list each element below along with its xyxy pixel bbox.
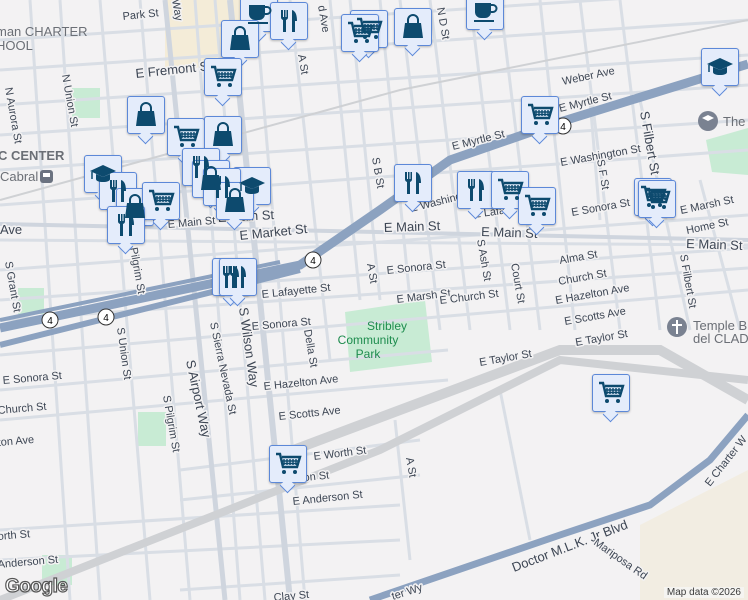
school-marker[interactable]	[701, 48, 739, 86]
svg-text:Cabral: Cabral	[0, 169, 38, 184]
svg-text:Park: Park	[356, 347, 382, 361]
grocery-marker[interactable]	[269, 445, 307, 483]
svg-text:S B St: S B St	[369, 156, 386, 189]
coffee-cup-icon	[471, 0, 499, 25]
church-poi-icon[interactable]	[667, 317, 687, 337]
svg-text:HOOL: HOOL	[0, 38, 33, 53]
fork-knife-icon	[275, 7, 303, 35]
svg-text:E Sonora St: E Sonora St	[386, 259, 446, 277]
map-canvas[interactable]: 4 4 4 4 Park St man CHARTER HOOL E Fremo…	[0, 0, 748, 600]
fork-knife-icon	[462, 176, 490, 204]
svg-text:E Anderson St: E Anderson St	[292, 489, 363, 508]
shopping-cart-icon	[643, 185, 671, 213]
shopping-bag-icon	[132, 101, 160, 129]
svg-text:E Main St: E Main St	[686, 236, 743, 253]
shop-marker[interactable]	[216, 182, 254, 220]
shopping-cart-icon	[209, 63, 237, 91]
shopping-bag-icon	[221, 187, 249, 215]
shopping-cart-icon	[274, 450, 302, 478]
google-logo[interactable]: Google	[4, 575, 68, 598]
svg-text:4: 4	[310, 256, 316, 267]
svg-text:4: 4	[47, 316, 53, 327]
svg-text:S Union St: S Union St	[114, 327, 133, 381]
fork-knife-icon	[224, 263, 252, 291]
shopping-cart-icon	[172, 123, 200, 151]
svg-text:4: 4	[560, 122, 566, 133]
shopping-cart-icon	[523, 192, 551, 220]
svg-text:N D St: N D St	[434, 6, 451, 40]
restaurant-marker[interactable]	[270, 2, 308, 40]
svg-text:Stribley: Stribley	[367, 319, 407, 333]
svg-text:Community: Community	[338, 333, 399, 347]
svg-text:E Marsh St: E Marsh St	[679, 194, 735, 217]
svg-text:S Ash St: S Ash St	[474, 238, 493, 282]
svg-text:man CHARTER: man CHARTER	[0, 24, 88, 39]
grocery-marker[interactable]	[521, 96, 559, 134]
shopping-bag-icon	[399, 13, 427, 41]
svg-text:Pilgrim St: Pilgrim St	[127, 246, 147, 294]
svg-text:d Ave: d Ave	[315, 4, 332, 33]
fork-knife-icon	[112, 211, 140, 239]
svg-text:ton Ave: ton Ave	[0, 434, 35, 449]
svg-text:Clay St: Clay St	[273, 589, 309, 600]
svg-text:del CLAD: del CLAD	[693, 331, 748, 346]
grocery-marker[interactable]	[341, 14, 379, 52]
restaurant-marker[interactable]	[219, 258, 257, 296]
svg-text:The: The	[723, 114, 745, 129]
coffee-cup-icon	[245, 0, 273, 27]
school-poi-icon[interactable]	[698, 111, 718, 131]
shopping-cart-icon	[526, 101, 554, 129]
map-attribution[interactable]: Map data ©2026	[663, 587, 744, 598]
svg-text:4: 4	[103, 313, 109, 324]
restaurant-marker[interactable]	[107, 206, 145, 244]
svg-text:Park St: Park St	[122, 7, 159, 23]
shopping-bag-icon	[209, 121, 237, 149]
svg-text:C CENTER: C CENTER	[0, 148, 65, 163]
shop-marker[interactable]	[394, 8, 432, 46]
shop-marker[interactable]	[221, 20, 259, 58]
svg-text:Alma St: Alma St	[558, 248, 598, 267]
svg-text:orth St: orth St	[0, 528, 31, 543]
shop-marker[interactable]	[204, 116, 242, 154]
shopping-cart-icon	[496, 176, 524, 204]
map-base: 4 4 4 4 Park St man CHARTER HOOL E Fremo…	[0, 0, 748, 600]
svg-text:S Wilson Way: S Wilson Way	[236, 306, 262, 388]
grocery-marker[interactable]	[142, 182, 180, 220]
grocery-marker[interactable]	[518, 187, 556, 225]
svg-text:E Main St: E Main St	[384, 218, 441, 235]
grocery-marker[interactable]	[592, 374, 630, 412]
restaurant-marker[interactable]	[394, 164, 432, 202]
grocery-marker[interactable]	[167, 118, 205, 156]
coffee-marker[interactable]	[466, 0, 504, 30]
shopping-cart-icon	[147, 187, 175, 215]
shop-marker[interactable]	[127, 96, 165, 134]
grocery-marker[interactable]	[204, 58, 242, 96]
train-station-icon[interactable]	[40, 170, 53, 183]
svg-text:Church St: Church St	[0, 401, 47, 417]
shopping-bag-icon	[226, 25, 254, 53]
svg-text:A St: A St	[364, 262, 379, 284]
fork-knife-icon	[399, 169, 427, 197]
graduation-cap-icon	[706, 53, 734, 81]
svg-text:Ave: Ave	[0, 222, 22, 237]
shopping-cart-icon	[346, 19, 374, 47]
svg-text:Church St: Church St	[557, 268, 607, 288]
shopping-cart-icon	[597, 379, 625, 407]
grocery-marker[interactable]	[638, 180, 676, 218]
restaurant-marker[interactable]	[457, 171, 495, 209]
